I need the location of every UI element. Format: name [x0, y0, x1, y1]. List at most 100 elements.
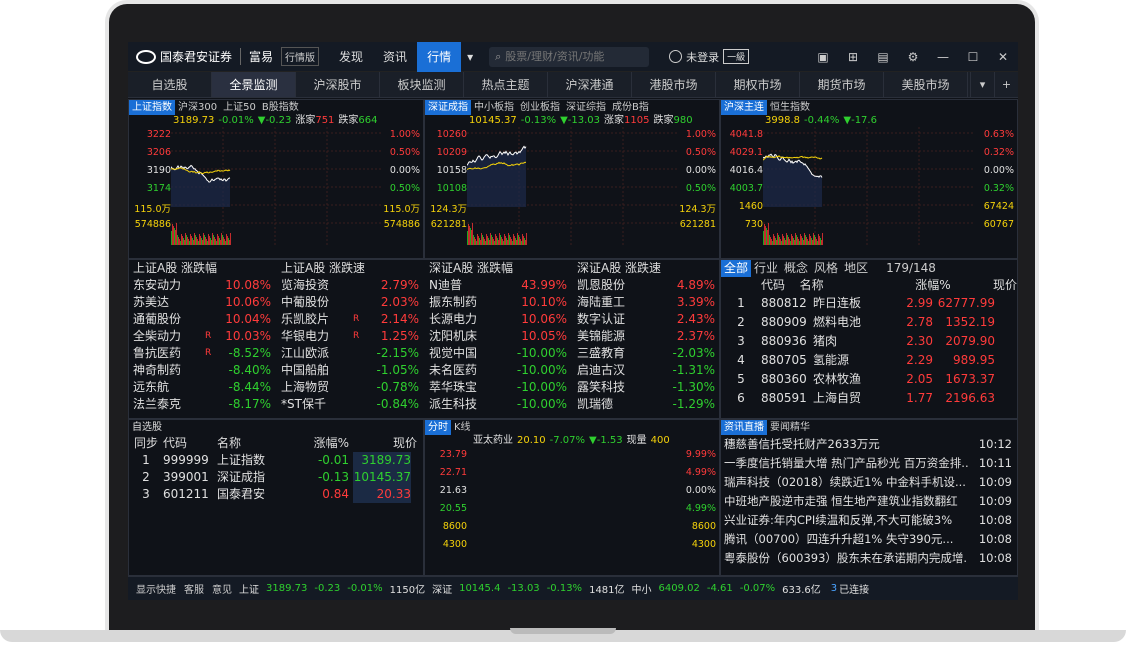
- message-icon[interactable]: ▤: [868, 50, 898, 64]
- news-tab[interactable]: 要闻精华: [767, 420, 813, 435]
- rank-row[interactable]: 中葡股份 2.03%: [277, 294, 423, 311]
- chart-tab[interactable]: 深证成指: [425, 100, 471, 115]
- status-item[interactable]: 意见: [212, 581, 232, 596]
- rank-row[interactable]: 华银电力 R 1.25%: [277, 328, 423, 345]
- rank-row[interactable]: *ST保千 -0.84%: [277, 396, 423, 413]
- rank-row[interactable]: 览海投资 2.79%: [277, 277, 423, 294]
- rank-row[interactable]: 长源电力 10.06%: [425, 311, 571, 328]
- rank-row[interactable]: 全柴动力 R 10.03%: [129, 328, 275, 345]
- chart-tab[interactable]: B股指数: [259, 100, 302, 115]
- sector-tab[interactable]: 行业: [751, 260, 781, 277]
- status-item[interactable]: 显示快捷: [136, 581, 176, 596]
- news-item[interactable]: 腾讯（00700）四连升升超1% 失守390元... 10:08: [721, 530, 1017, 549]
- sector-row[interactable]: 3 880936 猪肉 2.30 2079.90: [721, 332, 1017, 351]
- sector-tab[interactable]: 风格: [811, 260, 841, 277]
- grid-icon[interactable]: ⊞: [838, 50, 868, 64]
- sector-row[interactable]: 2 880909 燃料电池 2.78 1352.19: [721, 313, 1017, 332]
- sector-tab[interactable]: 全部: [721, 260, 752, 277]
- sector-row[interactable]: 1 880812 昨日连板 2.99 62777.99: [721, 294, 1017, 313]
- news-tab[interactable]: 资讯直播: [721, 420, 767, 435]
- gear-icon[interactable]: ⚙: [898, 50, 928, 64]
- sector-col-header[interactable]: 涨幅%: [851, 277, 950, 294]
- maximize-icon[interactable]: ☐: [958, 50, 988, 64]
- version-switch[interactable]: 行情版: [281, 47, 320, 66]
- status-item[interactable]: 客服: [184, 581, 204, 596]
- sector-tab[interactable]: 概念: [781, 260, 811, 277]
- menu-chevron-down-icon[interactable]: ▾: [461, 42, 479, 72]
- tab-4[interactable]: 热点主题: [464, 72, 548, 97]
- chart-tab[interactable]: 上证指数: [129, 100, 175, 115]
- tab-3[interactable]: 板块监测: [380, 72, 464, 97]
- rank-row[interactable]: 振东制药 10.10%: [425, 294, 571, 311]
- tab-1[interactable]: 全景监测: [212, 72, 296, 97]
- rank-row[interactable]: 露笑科技 -1.30%: [573, 379, 719, 396]
- sector-col-header[interactable]: 名称: [800, 277, 852, 294]
- rank-row[interactable]: 凯恩股份 4.89%: [573, 277, 719, 294]
- search-input[interactable]: ⌕ 股票/理财/资讯/功能: [489, 46, 650, 67]
- layout-icon[interactable]: ▣: [808, 50, 838, 64]
- login-status[interactable]: 未登录 一級: [669, 49, 750, 65]
- watch-col-header[interactable]: 同步: [129, 435, 163, 452]
- rank-row[interactable]: 神奇制药 -8.40%: [129, 362, 275, 379]
- rank-row[interactable]: 鲁抗医药 R -8.52%: [129, 345, 275, 362]
- chart-tab[interactable]: 中小板指: [471, 100, 517, 115]
- tab-5[interactable]: 沪深港通: [548, 72, 632, 97]
- menu-news[interactable]: 资讯: [373, 42, 417, 72]
- rank-row[interactable]: 凯瑞德 -1.29%: [573, 396, 719, 413]
- rank-row[interactable]: 沈阳机床 10.05%: [425, 328, 571, 345]
- tabs-chevron-down-icon[interactable]: ▾: [970, 72, 994, 97]
- watch-col-header[interactable]: 名称: [217, 435, 295, 452]
- rank-row[interactable]: 海陆重工 3.39%: [573, 294, 719, 311]
- stock-tab[interactable]: 分时: [425, 420, 451, 435]
- watch-row[interactable]: 2 399001 深证成指 -0.13 10145.37: [129, 469, 423, 486]
- rank-row[interactable]: 中国船舶 -1.05%: [277, 362, 423, 379]
- rank-row[interactable]: 乐凯胶片 R 2.14%: [277, 311, 423, 328]
- rank-row[interactable]: 江山欧派 -2.15%: [277, 345, 423, 362]
- sector-col-header[interactable]: 代码: [721, 277, 800, 294]
- news-item[interactable]: 兴业证券:年内CPI续温和反弹,不大可能破3% 10:08: [721, 511, 1017, 530]
- watch-row[interactable]: 1 999999 上证指数 -0.01 3189.73: [129, 452, 423, 469]
- sector-row[interactable]: 5 880360 农林牧渔 2.05 1673.37: [721, 370, 1017, 389]
- news-item[interactable]: 穗慈善信托受托财产2633万元 10:12: [721, 435, 1017, 454]
- chart-tab[interactable]: 恒生指数: [767, 100, 813, 115]
- watch-col-header[interactable]: 现价: [349, 435, 417, 452]
- news-item[interactable]: 粤泰股份（600393）股东未在承诺期内完成增... 10:08: [721, 549, 1017, 568]
- close-icon[interactable]: ✕: [988, 50, 1018, 64]
- minimize-icon[interactable]: —: [928, 50, 958, 64]
- tab-9[interactable]: 美股市场: [884, 72, 968, 97]
- rank-row[interactable]: N迪普 43.99%: [425, 277, 571, 294]
- sector-row[interactable]: 4 880705 氢能源 2.29 989.95: [721, 351, 1017, 370]
- chart-tab[interactable]: 沪深300: [175, 100, 220, 115]
- news-item[interactable]: 中班地产股逆市走强 恒生地产建筑业指数翻红 10:09: [721, 492, 1017, 511]
- rank-row[interactable]: 通葡股份 10.04%: [129, 311, 275, 328]
- stock-tab[interactable]: K线: [451, 420, 474, 435]
- rank-row[interactable]: 远东航 -8.44%: [129, 379, 275, 396]
- watch-row[interactable]: 3 601211 国泰君安 0.84 20.33: [129, 486, 423, 503]
- tab-7[interactable]: 期权市场: [716, 72, 800, 97]
- news-item[interactable]: 一季度信托销量大增 热门产品秒光 百万资金排... 10:11: [721, 454, 1017, 473]
- rank-row[interactable]: 视觉中国 -10.00%: [425, 345, 571, 362]
- chart-tab[interactable]: 深证综指: [563, 100, 609, 115]
- tab-6[interactable]: 港股市场: [632, 72, 716, 97]
- rank-row[interactable]: 启迪古汉 -1.31%: [573, 362, 719, 379]
- chart-tab[interactable]: 上证50: [220, 100, 259, 115]
- tab-2[interactable]: 沪深股市: [296, 72, 380, 97]
- menu-quotes[interactable]: 行情: [417, 42, 462, 72]
- add-tab-icon[interactable]: +: [994, 72, 1018, 97]
- rank-row[interactable]: 数字认证 2.43%: [573, 311, 719, 328]
- watch-col-header[interactable]: 代码: [163, 435, 217, 452]
- rank-row[interactable]: 上海物贸 -0.78%: [277, 379, 423, 396]
- rank-row[interactable]: 未名医药 -10.00%: [425, 362, 571, 379]
- rank-row[interactable]: 苏美达 10.06%: [129, 294, 275, 311]
- rank-row[interactable]: 美锦能源 2.37%: [573, 328, 719, 345]
- tab-0[interactable]: 自选股: [128, 72, 212, 97]
- tab-8[interactable]: 期货市场: [800, 72, 884, 97]
- rank-row[interactable]: 派生科技 -10.00%: [425, 396, 571, 413]
- chart-tab[interactable]: 创业板指: [517, 100, 563, 115]
- rank-row[interactable]: 东安动力 10.08%: [129, 277, 275, 294]
- chart-tab[interactable]: 成份B指: [609, 100, 652, 115]
- rank-row[interactable]: 萃华珠宝 -10.00%: [425, 379, 571, 396]
- news-item[interactable]: 瑞声科技（02018）续跌近1% 中金料手机设... 10:09: [721, 473, 1017, 492]
- rank-row[interactable]: 法兰泰克 -8.17%: [129, 396, 275, 413]
- sector-row[interactable]: 6 880591 上海自贸 1.77 2196.63: [721, 389, 1017, 408]
